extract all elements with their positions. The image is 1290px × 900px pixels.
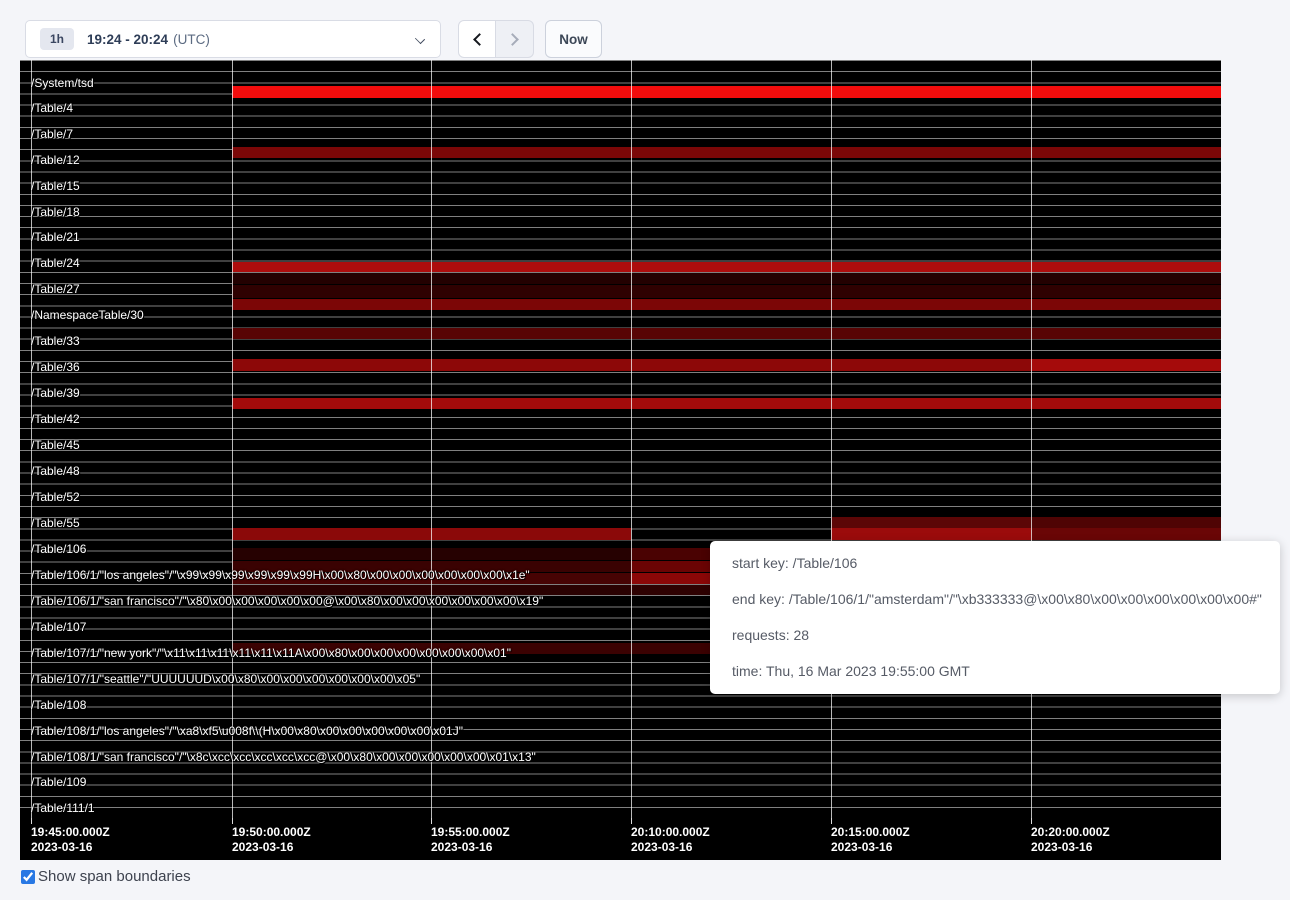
row-label: /Table/107/1/"seattle"/"UUUUUUD\x00\x80\… [31, 672, 420, 686]
row-label: /Table/36 [31, 360, 80, 374]
time-axis: 19:45:00.000Z2023-03-1619:50:00.000Z2023… [20, 818, 1221, 860]
row-label: /Table/45 [31, 438, 80, 452]
row-label: /Table/12 [31, 153, 80, 167]
show-span-boundaries-label: Show span boundaries [38, 868, 191, 885]
footer: Show span boundaries [0, 860, 1290, 900]
row-label: /Table/39 [31, 386, 80, 400]
axis-time-label: 20:20:00.000Z [1031, 825, 1110, 839]
row-label: /Table/24 [31, 256, 80, 270]
heat-band[interactable] [232, 299, 1221, 310]
heat-band[interactable] [1031, 528, 1221, 540]
row-label: /NamespaceTable/30 [31, 308, 144, 322]
axis-time-label: 19:45:00.000Z [31, 825, 110, 839]
axis-date-label: 2023-03-16 [631, 840, 692, 854]
tooltip-line: requests: 28 [732, 626, 1258, 645]
now-button[interactable]: Now [545, 20, 602, 58]
span-boundary-vline [1031, 60, 1032, 818]
heatmap-grid: /System/tsd/Table/4/Table/7/Table/12/Tab… [20, 60, 1221, 818]
row-label: /Table/4 [31, 101, 73, 115]
row-label: /Table/106/1/"los angeles"/"\x99\x99\x99… [31, 568, 530, 582]
span-tooltip: start key: /Table/106 end key: /Table/106… [710, 541, 1280, 694]
axis-date-label: 2023-03-16 [31, 840, 92, 854]
tooltip-line: time: Thu, 16 Mar 2023 19:55:00 GMT [732, 662, 1258, 681]
axis-time-label: 19:50:00.000Z [232, 825, 311, 839]
heat-band[interactable] [232, 86, 1221, 98]
tooltip-line: start key: /Table/106 [732, 554, 1258, 573]
time-range-badge: 1h [40, 28, 74, 50]
heat-band[interactable] [232, 262, 1221, 272]
axis-time-label: 19:55:00.000Z [431, 825, 510, 839]
row-label: /Table/108/1/"san francisco"/"\x8c\xcc\x… [31, 750, 536, 764]
chevron-down-icon [415, 34, 425, 44]
row-label: /Table/48 [31, 464, 80, 478]
show-span-boundaries-row: Show span boundaries [21, 868, 191, 885]
row-label: /Table/108/1/"los angeles"/"\xa8\xf5\u00… [31, 724, 463, 738]
axis-date-label: 2023-03-16 [431, 840, 492, 854]
row-label: /Table/27 [31, 282, 80, 296]
row-label: /Table/42 [31, 412, 80, 426]
row-label: /Table/18 [31, 205, 80, 219]
heat-band[interactable] [232, 285, 1221, 298]
row-label: /Table/109 [31, 775, 86, 789]
heat-band[interactable] [232, 273, 1221, 284]
span-boundary-vline [431, 60, 432, 818]
tooltip-line: end key: /Table/106/1/"amsterdam"/"\xb33… [732, 590, 1258, 609]
row-label: /System/tsd [31, 76, 94, 90]
heat-band[interactable] [232, 147, 1221, 158]
time-nav-group [458, 20, 534, 58]
axis-tick [831, 818, 832, 824]
toolbar: 1h 19:24 - 20:24 (UTC) Now [0, 0, 1290, 60]
span-boundary-vline [232, 60, 233, 818]
heat-band[interactable] [831, 528, 1031, 540]
heat-band[interactable] [1031, 359, 1221, 371]
show-span-boundaries-checkbox[interactable] [21, 870, 35, 884]
next-interval-button[interactable] [496, 20, 534, 58]
row-label: /Table/15 [31, 179, 80, 193]
axis-tick [1031, 818, 1032, 824]
axis-time-label: 20:10:00.000Z [631, 825, 710, 839]
axis-date-label: 2023-03-16 [831, 840, 892, 854]
time-range-timezone: (UTC) [173, 32, 210, 47]
axis-tick [232, 818, 233, 824]
axis-tick [631, 818, 632, 824]
row-label: /Table/108 [31, 698, 86, 712]
heat-band[interactable] [1031, 517, 1221, 528]
axis-date-label: 2023-03-16 [232, 840, 293, 854]
row-label: /Table/107 [31, 620, 86, 634]
heat-band[interactable] [232, 398, 1221, 409]
row-label: /Table/111/1 [31, 801, 95, 815]
axis-time-label: 20:15:00.000Z [831, 825, 910, 839]
chevron-left-icon [473, 33, 486, 46]
span-boundary-vline [631, 60, 632, 818]
row-label: /Table/55 [31, 516, 80, 530]
row-label: /Table/107/1/"new york"/"\x11\x11\x11\x1… [31, 646, 511, 660]
row-label: /Table/106/1/"san francisco"/"\x80\x00\x… [31, 594, 543, 608]
time-range-text: 19:24 - 20:24 [87, 32, 168, 47]
key-visualizer-page: 1h 19:24 - 20:24 (UTC) Now /System/tsd/T… [0, 0, 1290, 900]
row-label: /Table/52 [31, 490, 80, 504]
span-boundary-vline [831, 60, 832, 818]
row-label: /Table/7 [31, 127, 73, 141]
row-label: /Table/33 [31, 334, 80, 348]
heat-band[interactable] [831, 517, 1031, 528]
heat-band[interactable] [232, 328, 1221, 339]
row-label: /Table/21 [31, 230, 80, 244]
previous-interval-button[interactable] [458, 20, 496, 58]
axis-tick [431, 818, 432, 824]
key-visualizer-canvas[interactable]: /System/tsd/Table/4/Table/7/Table/12/Tab… [20, 60, 1221, 860]
axis-tick [31, 818, 32, 824]
axis-date-label: 2023-03-16 [1031, 840, 1092, 854]
time-range-select[interactable]: 1h 19:24 - 20:24 (UTC) [25, 20, 441, 58]
chevron-right-icon [506, 33, 519, 46]
row-label: /Table/106 [31, 542, 86, 556]
